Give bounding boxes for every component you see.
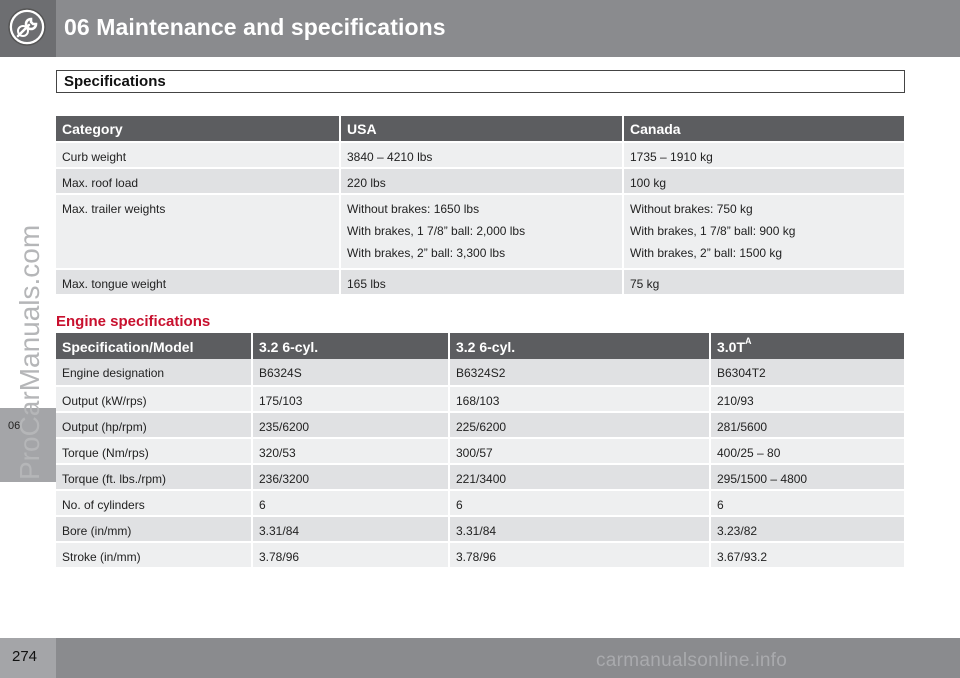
model-value-cell: 6 — [448, 489, 709, 515]
footnote-marker: A — [745, 336, 752, 346]
spec-name-cell: Output (kW/rps) — [56, 385, 251, 411]
engine-specs-table: Specification/Model 3.2 6-cyl. 3.2 6-cyl… — [56, 333, 904, 567]
page-footer — [0, 638, 960, 678]
model-value-cell: 225/6200 — [448, 411, 709, 437]
table-row: Output (hp/rpm) 235/6200 225/6200 281/5600 — [56, 411, 904, 437]
trailer-weight-line: With brakes, 1 7/8” ball: 2,000 lbs — [347, 224, 526, 238]
table-row: No. of cylinders 6 6 6 — [56, 489, 904, 515]
model-value-cell: 236/3200 — [251, 463, 448, 489]
spec-name-cell: Stroke (in/mm) — [56, 541, 251, 567]
page-number: 274 — [12, 648, 38, 665]
table-row: Stroke (in/mm) 3.78/96 3.78/96 3.67/93.2 — [56, 541, 904, 567]
model-value-cell: 3.67/93.2 — [709, 541, 904, 567]
usa-cell: 3840 – 4210 lbs — [339, 141, 622, 167]
spec-name-cell: Engine designation — [56, 359, 251, 385]
category-cell: Max. trailer weights — [56, 193, 339, 268]
model-value-cell: 235/6200 — [251, 411, 448, 437]
model-value-cell: 175/103 — [251, 385, 448, 411]
table-row: Output (kW/rps) 175/103 168/103 210/93 — [56, 385, 904, 411]
model-value-cell: 3.23/82 — [709, 515, 904, 541]
category-cell: Curb weight — [56, 141, 339, 167]
column-header: Category — [56, 116, 339, 141]
usa-cell: Without brakes: 1650 lbs With brakes, 1 … — [339, 193, 622, 268]
category-cell: Max. roof load — [56, 167, 339, 193]
model-value-cell: 3.78/96 — [251, 541, 448, 567]
engine-table-body: Engine designation B6324S B6324S2 B6304T2 Ou… — [56, 359, 904, 567]
weights-table: Category USA Canada Curb weight 3840 – 4… — [56, 116, 904, 294]
model-value-cell: 6 — [709, 489, 904, 515]
spec-name-cell: No. of cylinders — [56, 489, 251, 515]
footer-watermark: carmanualsonline.info — [596, 650, 788, 671]
model-value-cell: 168/103 — [448, 385, 709, 411]
spec-name-cell: Torque (ft. lbs./rpm) — [56, 463, 251, 489]
trailer-weight-line: Without brakes: 1650 lbs — [347, 202, 480, 216]
model-value-cell: B6324S2 — [448, 359, 709, 385]
model-value-cell: 210/93 — [709, 385, 904, 411]
usa-cell: 220 lbs — [339, 167, 622, 193]
model-value-cell: 3.31/84 — [251, 515, 448, 541]
column-header: 3.2 6-cyl. — [251, 333, 448, 359]
table-row: Curb weight 3840 – 4210 lbs 1735 – 1910 … — [56, 141, 904, 167]
trailer-weight-line: With brakes, 2” ball: 1500 kg — [630, 246, 783, 260]
column-header: Canada — [622, 116, 904, 141]
section-title: Specifications — [64, 73, 166, 90]
spec-name-cell: Output (hp/rpm) — [56, 411, 251, 437]
table-row: Torque (ft. lbs./rpm) 236/3200 221/3400 295… — [56, 463, 904, 489]
table-row: Max. trailer weights Without brakes: 165… — [56, 193, 904, 268]
column-header: 3.0TA — [709, 333, 904, 359]
canada-cell: 75 kg — [622, 268, 904, 294]
trailer-weight-line: With brakes, 2” ball: 3,300 lbs — [347, 246, 506, 260]
model-value-cell: 3.31/84 — [448, 515, 709, 541]
category-cell: Max. tongue weight — [56, 268, 339, 294]
chapter-title: 06 Maintenance and specifications — [64, 14, 446, 40]
spec-name-cell: Bore (in/mm) — [56, 515, 251, 541]
canada-cell: 100 kg — [622, 167, 904, 193]
table-row: Bore (in/mm) 3.31/84 3.31/84 3.23/82 — [56, 515, 904, 541]
usa-cell: 165 lbs — [339, 268, 622, 294]
model-value-cell: B6304T2 — [709, 359, 904, 385]
wrench-gear-icon — [8, 8, 46, 46]
trailer-weight-line: With brakes, 1 7/8” ball: 900 kg — [630, 224, 796, 238]
trailer-weight-line: Without brakes: 750 kg — [630, 202, 753, 216]
model-value-cell: 295/1500 – 4800 — [709, 463, 904, 489]
model-value-cell: 300/57 — [448, 437, 709, 463]
column-header: 3.2 6-cyl. — [448, 333, 709, 359]
chapter-icon-box — [0, 0, 56, 57]
canada-cell: Without brakes: 750 kg With brakes, 1 7/… — [622, 193, 904, 268]
model-value-cell: 400/25 – 80 — [709, 437, 904, 463]
model-value-cell: B6324S — [251, 359, 448, 385]
section-heading-box: Specifications — [56, 70, 905, 93]
table-row: Max. roof load 220 lbs 100 kg — [56, 167, 904, 193]
model-value-cell: 281/5600 — [709, 411, 904, 437]
table-row: Max. tongue weight 165 lbs 75 kg — [56, 268, 904, 294]
table-header-row: Category USA Canada — [56, 116, 904, 141]
model-label: 3.0T — [717, 339, 746, 355]
model-value-cell: 3.78/96 — [448, 541, 709, 567]
table-row: Torque (Nm/rps) 320/53 300/57 400/25 – 80 — [56, 437, 904, 463]
column-header: Specification/Model — [56, 333, 251, 359]
canada-cell: 1735 – 1910 kg — [622, 141, 904, 167]
engine-specs-heading: Engine specifications — [56, 313, 211, 330]
column-header: USA — [339, 116, 622, 141]
side-watermark: ProCarManuals.com — [14, 224, 45, 480]
spec-name-cell: Torque (Nm/rps) — [56, 437, 251, 463]
table-header-row: Specification/Model 3.2 6-cyl. 3.2 6-cyl… — [56, 333, 904, 359]
model-value-cell: 221/3400 — [448, 463, 709, 489]
table-row: Engine designation B6324S B6324S2 B6304T2 — [56, 359, 904, 385]
model-value-cell: 6 — [251, 489, 448, 515]
model-value-cell: 320/53 — [251, 437, 448, 463]
